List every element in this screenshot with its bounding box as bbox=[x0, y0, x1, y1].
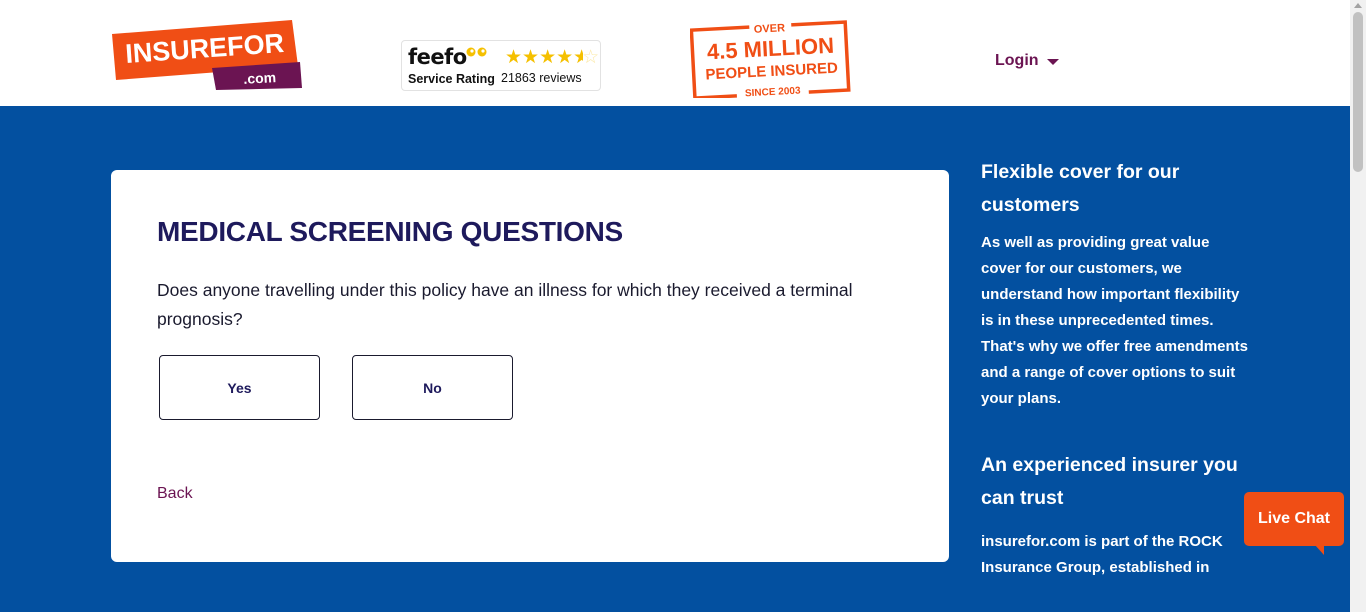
yes-button[interactable]: Yes bbox=[159, 355, 320, 420]
back-link[interactable]: Back bbox=[157, 485, 193, 503]
chevron-down-icon bbox=[1046, 59, 1059, 65]
scrollbar-thumb[interactable] bbox=[1353, 12, 1363, 172]
live-chat-button[interactable]: Live Chat bbox=[1244, 492, 1344, 555]
badge-top-text: OVER bbox=[754, 22, 786, 36]
sidebar-heading-experienced-insurer: An experienced insurer you can trust bbox=[981, 454, 1238, 509]
badge-bottom-text: SINCE 2003 bbox=[745, 85, 802, 98]
page-scrollbar[interactable] bbox=[1350, 0, 1366, 612]
badge-line1-text: 4.5 MILLION bbox=[706, 33, 834, 65]
feefo-rating-widget[interactable]: feefo ★★★★★☆ Service Rating 21863 review… bbox=[401, 40, 601, 91]
sidebar-text-flexible-cover: As well as providing great value cover f… bbox=[981, 234, 1248, 407]
live-chat-label: Live Chat bbox=[1257, 510, 1330, 527]
insurefor-logo[interactable]: INSUREFOR .com bbox=[112, 20, 304, 90]
sidebar-info: Flexible cover for our customers As well… bbox=[981, 156, 1251, 581]
scroll-up-arrow-icon[interactable] bbox=[1354, 3, 1362, 8]
feefo-eyes-icon bbox=[466, 47, 487, 57]
sidebar-text-experienced-insurer: insurefor.com is part of the ROCK Insura… bbox=[981, 533, 1223, 576]
page-title: MEDICAL SCREENING QUESTIONS bbox=[157, 216, 623, 247]
logo-sub-text: .com bbox=[243, 69, 276, 87]
feefo-label: Service Rating bbox=[408, 72, 495, 86]
sidebar-heading-flexible-cover: Flexible cover for our customers bbox=[981, 161, 1180, 216]
medical-screening-card: MEDICAL SCREENING QUESTIONS Does anyone … bbox=[111, 170, 949, 562]
login-menu[interactable]: Login bbox=[995, 52, 1059, 70]
login-label: Login bbox=[995, 52, 1039, 69]
star-rating-icon: ★★★★★☆ bbox=[505, 47, 600, 68]
feefo-brand: feefo bbox=[408, 45, 467, 69]
no-button[interactable]: No bbox=[352, 355, 513, 420]
feefo-review-count: 21863 reviews bbox=[501, 71, 582, 85]
million-insured-badge: OVER 4.5 MILLION PEOPLE INSURED SINCE 20… bbox=[690, 20, 851, 98]
site-header: INSUREFOR .com feefo ★★★★★☆ Service Rati… bbox=[0, 0, 1350, 106]
chat-bubble-tail-icon bbox=[1315, 545, 1324, 555]
screening-question: Does anyone travelling under this policy… bbox=[157, 280, 853, 329]
